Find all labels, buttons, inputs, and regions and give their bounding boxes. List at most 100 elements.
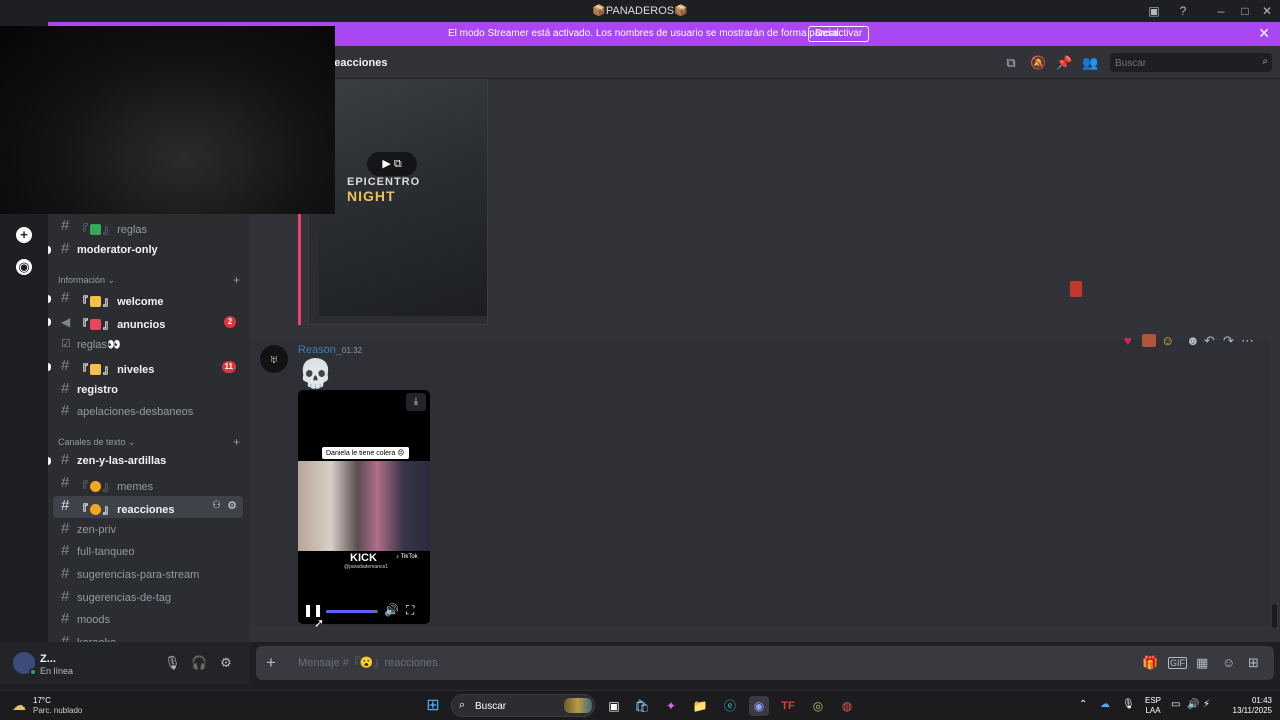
- channel-apelaciones[interactable]: # apelaciones-desbaneos: [53, 401, 243, 423]
- help-icon[interactable]: ?: [1174, 2, 1192, 20]
- app-icon-2[interactable]: ◍: [837, 696, 857, 716]
- channel-zen-y-las-ardillas[interactable]: # zen-y-las-ardillas: [48, 450, 243, 472]
- member-list-icon[interactable]: 👥: [1082, 55, 1098, 71]
- notifications-muted-icon[interactable]: 🔕: [1030, 55, 1046, 71]
- mic-tray-icon[interactable]: 🎙: [1122, 699, 1135, 710]
- gif-icon[interactable]: GIF: [1168, 657, 1187, 669]
- close-banner-icon[interactable]: ✕: [1258, 25, 1270, 42]
- invite-icon[interactable]: ⚇: [212, 500, 221, 511]
- custom-reaction-icon[interactable]: [1142, 334, 1156, 347]
- maximize-button[interactable]: □: [1236, 2, 1254, 20]
- volume-tray-icon[interactable]: 🔊: [1187, 699, 1199, 710]
- weather-cloud-icon[interactable]: ☁: [12, 697, 30, 713]
- task-view-icon[interactable]: ▣: [604, 696, 624, 716]
- weather-description: Parc. nublado: [33, 706, 83, 715]
- forward-icon[interactable]: ↷: [1223, 333, 1234, 349]
- volume-slider[interactable]: [326, 610, 378, 613]
- language-line2: LAA: [1145, 706, 1161, 715]
- surprised-emoji-icon: [90, 504, 101, 515]
- channel-niveles[interactable]: # 『 』 niveles 11: [48, 356, 243, 378]
- more-options-icon[interactable]: ⋯: [1241, 333, 1254, 349]
- channel-memes[interactable]: # 『 』 memes: [53, 473, 243, 495]
- minimize-button[interactable]: –: [1212, 2, 1230, 20]
- channel-sugerencias-para-stream[interactable]: # sugerencias-para-stream: [53, 564, 243, 586]
- discord-taskbar-icon[interactable]: ◉: [749, 696, 769, 716]
- channel-moderator-only[interactable]: # moderator-only: [48, 239, 243, 261]
- hash-icon: #: [61, 542, 70, 559]
- app-icon[interactable]: ◎: [808, 696, 828, 716]
- tray-overflow-icon[interactable]: ⌃: [1079, 699, 1087, 710]
- store-icon[interactable]: 🛍: [632, 696, 652, 716]
- channel-full-tanqueo[interactable]: # full-tanqueo: [53, 541, 243, 563]
- mention-badge: 11: [221, 361, 236, 373]
- onedrive-icon[interactable]: ☁: [1100, 699, 1110, 710]
- video-overlay-text: EPICENTRO: [347, 176, 421, 188]
- emoji-picker-icon[interactable]: ☺: [1222, 655, 1235, 670]
- channel-zen-priv[interactable]: # zen-priv: [53, 519, 243, 541]
- network-icon[interactable]: ▭: [1171, 699, 1180, 710]
- close-window-button[interactable]: ✕: [1258, 2, 1276, 20]
- scrollbar[interactable]: [1272, 604, 1277, 628]
- message-input[interactable]: [298, 655, 1098, 671]
- gift-icon[interactable]: 🎁: [1142, 655, 1158, 671]
- add-channel-icon[interactable]: +: [233, 273, 240, 287]
- channel-name: reglas: [117, 224, 148, 236]
- upload-plus-icon[interactable]: +: [266, 653, 276, 673]
- channel-name: moderator-only: [77, 244, 158, 256]
- edge-icon[interactable]: ⓔ: [720, 696, 740, 716]
- channel-reglas[interactable]: # 『 』 reglas: [53, 216, 243, 238]
- channel-anuncios[interactable]: ◀ 『 』 anuncios 2: [48, 311, 243, 333]
- microphone-icon[interactable]: 🎙: [164, 655, 181, 671]
- channel-welcome[interactable]: # 『 』 welcome: [48, 288, 243, 310]
- language-indicator[interactable]: ESP LAA: [1145, 696, 1161, 716]
- channel-sugerencias-de-tag[interactable]: # sugerencias-de-tag: [53, 587, 243, 609]
- copilot-icon[interactable]: ✦: [661, 696, 681, 716]
- search-box[interactable]: ⌕: [1110, 53, 1272, 73]
- channel-reglas-rules[interactable]: ☑ reglas👀: [53, 333, 243, 355]
- download-icon[interactable]: ⤓: [406, 393, 426, 411]
- category-canales-de-texto[interactable]: Canales de texto ⌄: [58, 437, 136, 448]
- channel-registro[interactable]: # registro: [53, 379, 243, 401]
- headphones-icon[interactable]: 🎧: [191, 655, 207, 671]
- play-button[interactable]: ▶ ⧉: [367, 152, 417, 176]
- channel-moods[interactable]: # moods: [53, 609, 243, 631]
- deactivate-streamer-button[interactable]: Desactivar: [808, 26, 870, 42]
- file-explorer-icon[interactable]: 📁: [690, 696, 710, 716]
- channel-prefix: 『: [77, 319, 88, 331]
- pause-icon[interactable]: ❚❚: [303, 603, 323, 617]
- inbox-icon[interactable]: ▣: [1145, 2, 1163, 20]
- username[interactable]: Z...: [40, 653, 56, 665]
- channel-prefix: 『: [77, 504, 88, 516]
- add-reaction-icon[interactable]: ☻: [1186, 333, 1200, 348]
- threads-icon[interactable]: ⧉: [1003, 55, 1019, 71]
- category-informacion[interactable]: Información ⌄: [58, 275, 115, 286]
- pin-icon[interactable]: 📌: [1056, 55, 1072, 71]
- tf-app-icon[interactable]: TF: [778, 696, 798, 716]
- sticker-picker-icon[interactable]: ▦: [1196, 655, 1208, 671]
- search-input[interactable]: [1110, 54, 1272, 73]
- user-status: En línea: [40, 666, 74, 676]
- channel-karaoke[interactable]: # karaoke: [53, 632, 243, 642]
- reply-icon[interactable]: ↶: [1204, 333, 1215, 349]
- video-embed-previous[interactable]: ▶ ⧉ EPICENTRO NIGHT: [308, 79, 488, 325]
- windows-start-icon[interactable]: ⊞: [423, 696, 443, 716]
- window-title: 📦PANADEROS📦: [592, 5, 688, 17]
- battery-icon[interactable]: ⚡: [1203, 699, 1210, 710]
- system-clock[interactable]: 01:43 13/11/2025: [1222, 696, 1272, 716]
- explore-servers-icon[interactable]: ◉: [16, 259, 32, 275]
- user-settings-gear-icon[interactable]: ⚙: [218, 655, 234, 671]
- laugh-reaction-icon[interactable]: ☺: [1161, 333, 1174, 348]
- channel-reacciones[interactable]: # 『 』 reacciones ⚇ ⚙: [53, 496, 243, 518]
- message-author[interactable]: Reason_: [298, 344, 342, 356]
- heart-reaction-icon[interactable]: ♥: [1124, 333, 1132, 348]
- add-server-icon[interactable]: +: [16, 227, 32, 243]
- channel-name: reglas👀: [77, 339, 121, 351]
- video-player[interactable]: ⤓ Daniela le tiene colera 😠 KICK ♪ TikTo…: [298, 390, 430, 624]
- message-author-avatar[interactable]: ♅: [260, 345, 288, 373]
- volume-icon[interactable]: 🔊: [384, 603, 399, 617]
- fullscreen-icon[interactable]: ⛶: [406, 603, 414, 618]
- taskbar-search[interactable]: ⌕ Buscar: [451, 694, 595, 717]
- apps-icon[interactable]: ⊞: [1248, 655, 1259, 671]
- settings-gear-icon[interactable]: ⚙: [227, 499, 237, 512]
- add-channel-icon[interactable]: +: [233, 435, 240, 449]
